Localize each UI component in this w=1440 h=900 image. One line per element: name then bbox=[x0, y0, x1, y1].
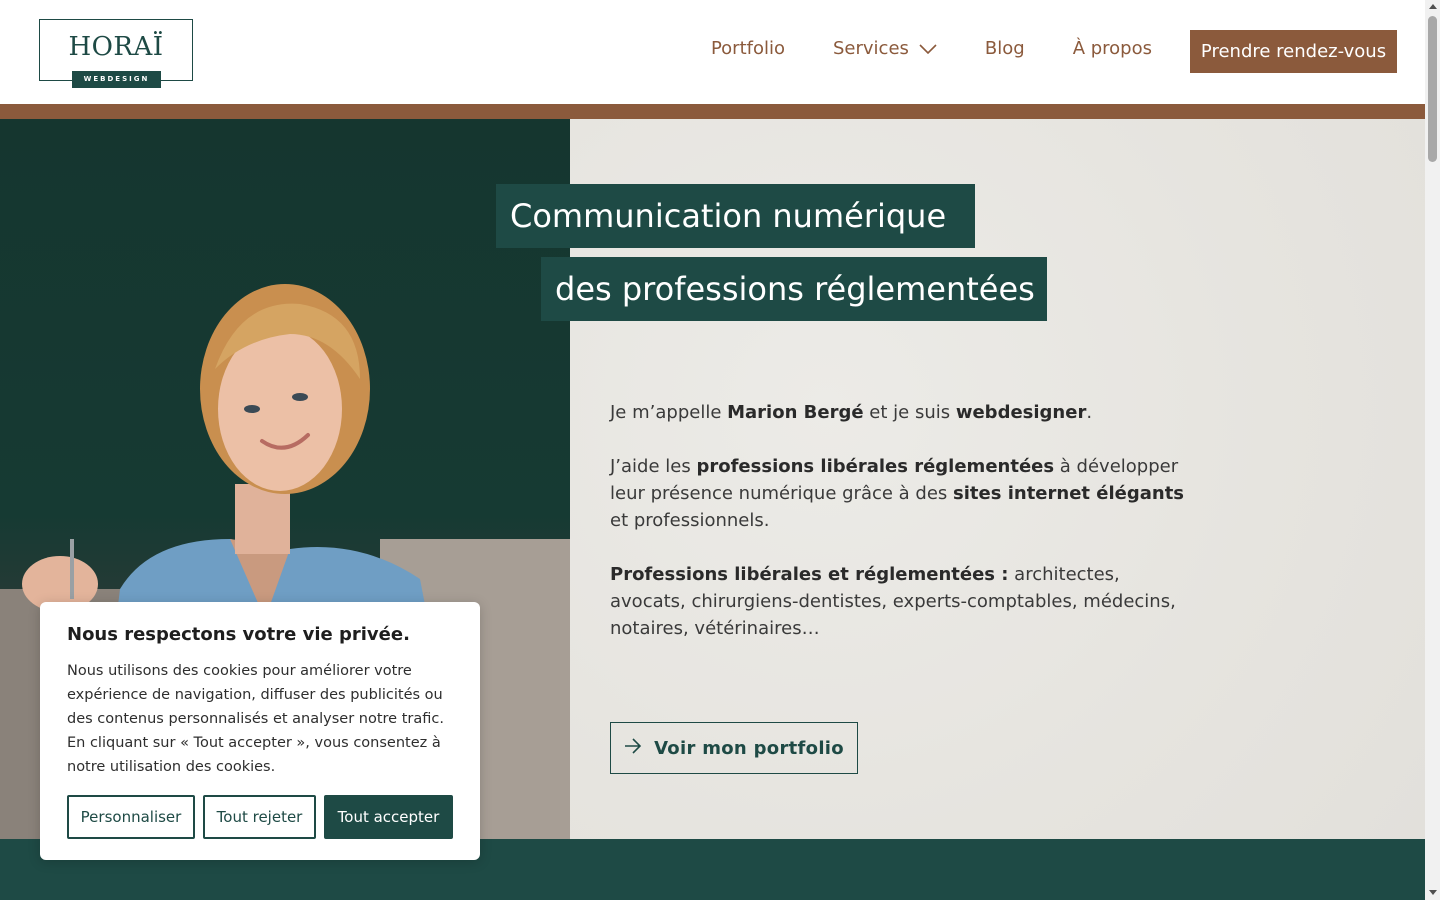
scrollbar-thumb[interactable] bbox=[1428, 16, 1437, 162]
view-portfolio-label: Voir mon portfolio bbox=[654, 737, 844, 759]
hero-intro-paragraph: Je m’appelle Marion Bergé et je suis web… bbox=[610, 399, 1210, 426]
nav-item-label: Portfolio bbox=[710, 38, 785, 59]
intro-text: . bbox=[1086, 402, 1093, 423]
nav-item-services[interactable]: Services bbox=[833, 38, 937, 59]
hero-title-line-1: Communication numérique bbox=[496, 184, 975, 248]
cookie-accept-all-button[interactable]: Tout accepter bbox=[324, 795, 453, 839]
page-scrollbar[interactable] bbox=[1425, 0, 1440, 900]
book-appointment-button[interactable]: Prendre rendez-vous bbox=[1190, 30, 1397, 73]
view-portfolio-button[interactable]: Voir mon portfolio bbox=[610, 722, 858, 774]
nav-item-label: Blog bbox=[984, 38, 1025, 59]
nav-item-label: Services bbox=[833, 38, 909, 59]
help-text: et professionnels. bbox=[610, 510, 770, 531]
scroll-up-arrow-icon[interactable] bbox=[1429, 4, 1437, 9]
intro-name: Marion Bergé bbox=[727, 402, 864, 423]
cookie-customize-button[interactable]: Personnaliser bbox=[67, 795, 195, 839]
help-emphasis: sites internet élégants bbox=[953, 483, 1185, 504]
nav-item-portfolio[interactable]: Portfolio bbox=[711, 38, 785, 59]
cookie-title: Nous respectons votre vie privée. bbox=[67, 624, 410, 645]
nav-item-label: À propos bbox=[1072, 38, 1152, 59]
hero-help-paragraph: J’aide les professions libérales régleme… bbox=[610, 453, 1200, 534]
header-accent-band bbox=[0, 104, 1425, 119]
arrow-right-icon bbox=[624, 737, 642, 759]
scroll-down-arrow-icon[interactable] bbox=[1429, 890, 1437, 895]
nav-item-blog[interactable]: Blog bbox=[985, 38, 1025, 59]
help-emphasis: professions libérales réglementées bbox=[696, 456, 1055, 477]
intro-text: et je suis bbox=[863, 402, 956, 423]
hero-professions-paragraph: Professions libérales et réglementées : … bbox=[610, 561, 1200, 642]
cookie-description: Nous utilisons des cookies pour améliore… bbox=[67, 663, 444, 775]
cookie-consent-dialog: Nous respectons votre vie privée. Nous u… bbox=[40, 602, 480, 860]
logo-wordmark: HORAÏ bbox=[68, 32, 164, 62]
logo-tagline: WEBDESIGN bbox=[72, 71, 161, 88]
site-header: HORAÏ WEBDESIGN Portfolio Services Blog … bbox=[0, 0, 1425, 104]
intro-text: Je m’appelle bbox=[610, 402, 728, 423]
nav-item-about[interactable]: À propos bbox=[1073, 38, 1152, 59]
professions-heading: Professions libérales et réglementées : bbox=[610, 564, 1009, 585]
cookie-reject-all-button[interactable]: Tout rejeter bbox=[203, 795, 316, 839]
chevron-down-icon bbox=[919, 38, 937, 59]
logo[interactable]: HORAÏ WEBDESIGN bbox=[39, 19, 193, 88]
intro-role: webdesigner bbox=[955, 402, 1087, 423]
main-nav: Portfolio Services Blog À propos bbox=[711, 38, 1152, 59]
hero-title-line-2: des professions réglementées bbox=[541, 257, 1047, 321]
help-text: J’aide les bbox=[610, 456, 697, 477]
